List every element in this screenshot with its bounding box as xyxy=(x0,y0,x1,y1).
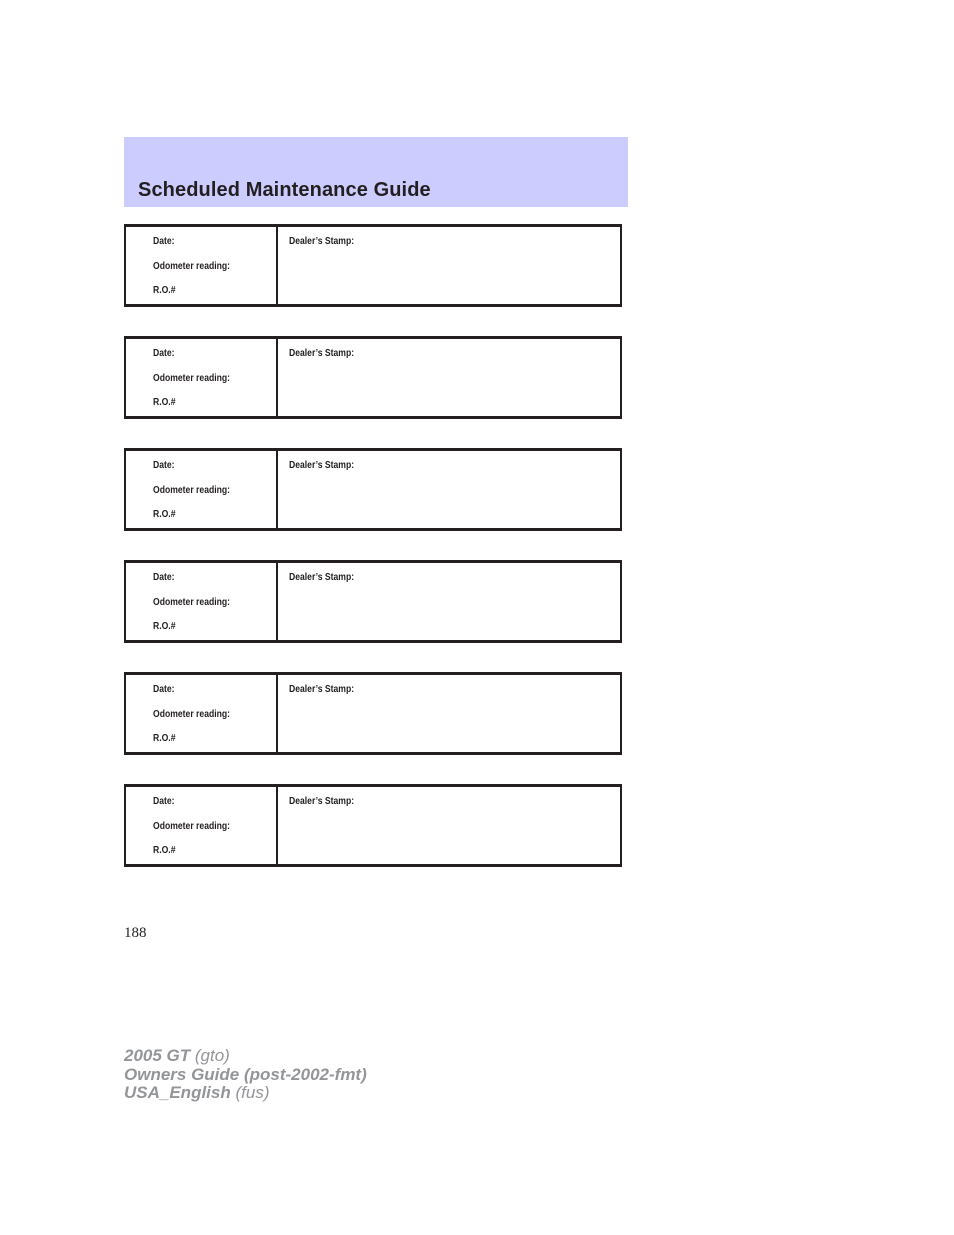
date-label: Date: xyxy=(153,347,175,359)
odometer-label: Odometer reading: xyxy=(153,484,231,496)
odometer-label: Odometer reading: xyxy=(153,596,231,608)
dealer-stamp-cell: Dealer’s Stamp: xyxy=(278,339,620,416)
record-details-cell: Date: Odometer reading: R.O.# xyxy=(126,339,278,416)
repair-order-label: R.O.# xyxy=(153,284,176,296)
dealer-stamp-cell: Dealer’s Stamp: xyxy=(278,563,620,640)
record-details-cell: Date: Odometer reading: R.O.# xyxy=(126,227,278,304)
maintenance-record-box: Date: Odometer reading: R.O.# Dealer’s Stam… xyxy=(124,560,622,643)
dealer-stamp-cell: Dealer’s Stamp: xyxy=(278,227,620,304)
maintenance-record-box: Date: Odometer reading: R.O.# Dealer’s Stam… xyxy=(124,672,622,755)
date-label: Date: xyxy=(153,571,175,583)
date-label: Date: xyxy=(153,459,175,471)
dealer-stamp-label: Dealer’s Stamp: xyxy=(289,795,355,807)
dealer-stamp-label: Dealer’s Stamp: xyxy=(289,571,355,583)
maintenance-record-box: Date: Odometer reading: R.O.# Dealer’s Stam… xyxy=(124,448,622,531)
footer-line-locale: USA_English (fus) xyxy=(124,1083,367,1103)
dealer-stamp-label: Dealer’s Stamp: xyxy=(289,347,355,359)
dealer-stamp-label: Dealer’s Stamp: xyxy=(289,459,355,471)
footer-locale: USA_English xyxy=(124,1083,231,1102)
dealer-stamp-cell: Dealer’s Stamp: xyxy=(278,675,620,752)
record-details-cell: Date: Odometer reading: R.O.# xyxy=(126,563,278,640)
date-label: Date: xyxy=(153,795,175,807)
record-details-cell: Date: Odometer reading: R.O.# xyxy=(126,675,278,752)
repair-order-label: R.O.# xyxy=(153,620,176,632)
repair-order-label: R.O.# xyxy=(153,508,176,520)
odometer-label: Odometer reading: xyxy=(153,708,231,720)
document-footer: 2005 GT (gto) Owners Guide (post-2002-fm… xyxy=(124,1046,367,1103)
page-number: 188 xyxy=(124,925,147,941)
section-header-band: Scheduled Maintenance Guide xyxy=(124,137,628,207)
dealer-stamp-cell: Dealer’s Stamp: xyxy=(278,787,620,864)
date-label: Date: xyxy=(153,235,175,247)
repair-order-label: R.O.# xyxy=(153,732,176,744)
record-details-cell: Date: Odometer reading: R.O.# xyxy=(126,451,278,528)
record-details-cell: Date: Odometer reading: R.O.# xyxy=(126,787,278,864)
maintenance-record-box: Date: Odometer reading: R.O.# Dealer’s Stam… xyxy=(124,784,622,867)
maintenance-record-box: Date: Odometer reading: R.O.# Dealer’s Stam… xyxy=(124,336,622,419)
repair-order-label: R.O.# xyxy=(153,844,176,856)
footer-locale-code: (fus) xyxy=(235,1083,270,1102)
maintenance-record-box: Date: Odometer reading: R.O.# Dealer’s Stam… xyxy=(124,224,622,307)
odometer-label: Odometer reading: xyxy=(153,820,231,832)
footer-line-model: 2005 GT (gto) xyxy=(124,1046,367,1066)
date-label: Date: xyxy=(153,683,175,695)
footer-model-code: (gto) xyxy=(194,1046,230,1065)
dealer-stamp-label: Dealer’s Stamp: xyxy=(289,235,355,247)
section-title: Scheduled Maintenance Guide xyxy=(138,179,431,201)
footer-guide: Owners Guide (post-2002-fmt) xyxy=(124,1064,367,1084)
dealer-stamp-label: Dealer’s Stamp: xyxy=(289,683,355,695)
repair-order-label: R.O.# xyxy=(153,396,176,408)
odometer-label: Odometer reading: xyxy=(153,372,231,384)
dealer-stamp-cell: Dealer’s Stamp: xyxy=(278,451,620,528)
footer-model: 2005 GT xyxy=(124,1046,191,1065)
odometer-label: Odometer reading: xyxy=(153,260,231,272)
footer-line-guide: Owners Guide (post-2002-fmt) xyxy=(124,1064,367,1085)
